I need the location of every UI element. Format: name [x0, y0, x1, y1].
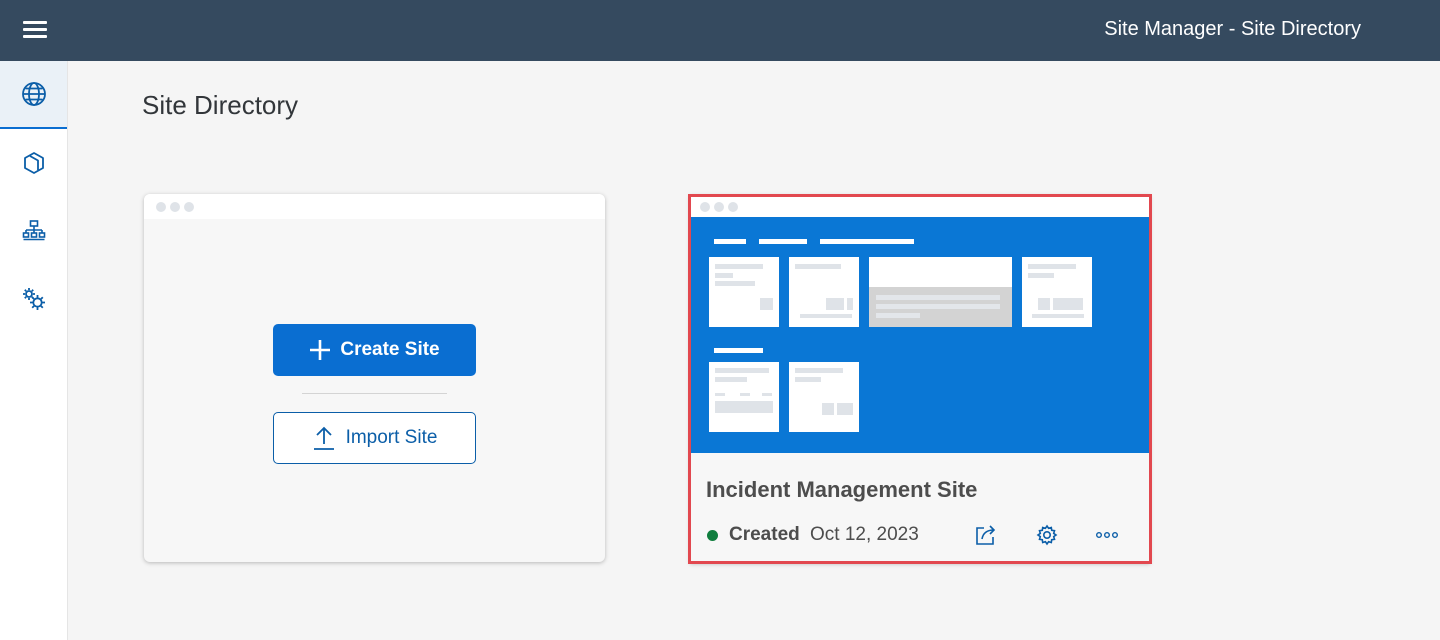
page-title: Site Directory	[142, 90, 299, 120]
share-icon	[976, 525, 996, 545]
gear-icon	[1036, 524, 1058, 546]
window-dot	[184, 202, 194, 212]
side-navigation	[0, 61, 68, 640]
window-dot	[170, 202, 180, 212]
overflow-icon	[1096, 532, 1119, 538]
plus-icon	[310, 340, 331, 360]
upload-icon	[313, 426, 334, 450]
create-site-card: Create Site Import Site	[144, 194, 605, 562]
site-tile[interactable]: Incident Management Site Created Oct 12,…	[690, 195, 1150, 563]
import-site-button[interactable]: Import Site	[273, 412, 476, 464]
create-site-label: Create Site	[340, 339, 440, 360]
nav-item-channel-manager[interactable]	[0, 197, 67, 265]
gears-icon	[22, 288, 45, 310]
window-dot	[156, 202, 166, 212]
open-site-button[interactable]	[972, 521, 1000, 549]
more-options-button[interactable]	[1093, 521, 1121, 549]
nav-item-content-manager[interactable]	[0, 129, 67, 197]
menu-icon[interactable]	[20, 17, 50, 43]
status-dot	[707, 530, 718, 541]
site-status: Created	[729, 524, 800, 545]
hierarchy-icon	[22, 220, 45, 241]
site-settings-button[interactable]	[1033, 521, 1061, 549]
nav-item-settings[interactable]	[0, 265, 67, 333]
divider	[302, 393, 447, 394]
window-chrome	[144, 194, 605, 219]
app-title: Site Manager - Site Directory	[1104, 18, 1361, 40]
site-thumbnail	[690, 195, 1150, 453]
cube-icon	[23, 152, 44, 174]
nav-item-site-directory[interactable]	[0, 61, 67, 129]
globe-icon	[21, 82, 46, 106]
site-created-date: Oct 12, 2023	[810, 524, 919, 545]
site-name: Incident Management Site	[706, 477, 978, 502]
shell-bar: Site Manager - Site Directory	[0, 0, 1440, 61]
import-site-label: Import Site	[345, 427, 438, 448]
create-site-button[interactable]: Create Site	[273, 324, 476, 376]
